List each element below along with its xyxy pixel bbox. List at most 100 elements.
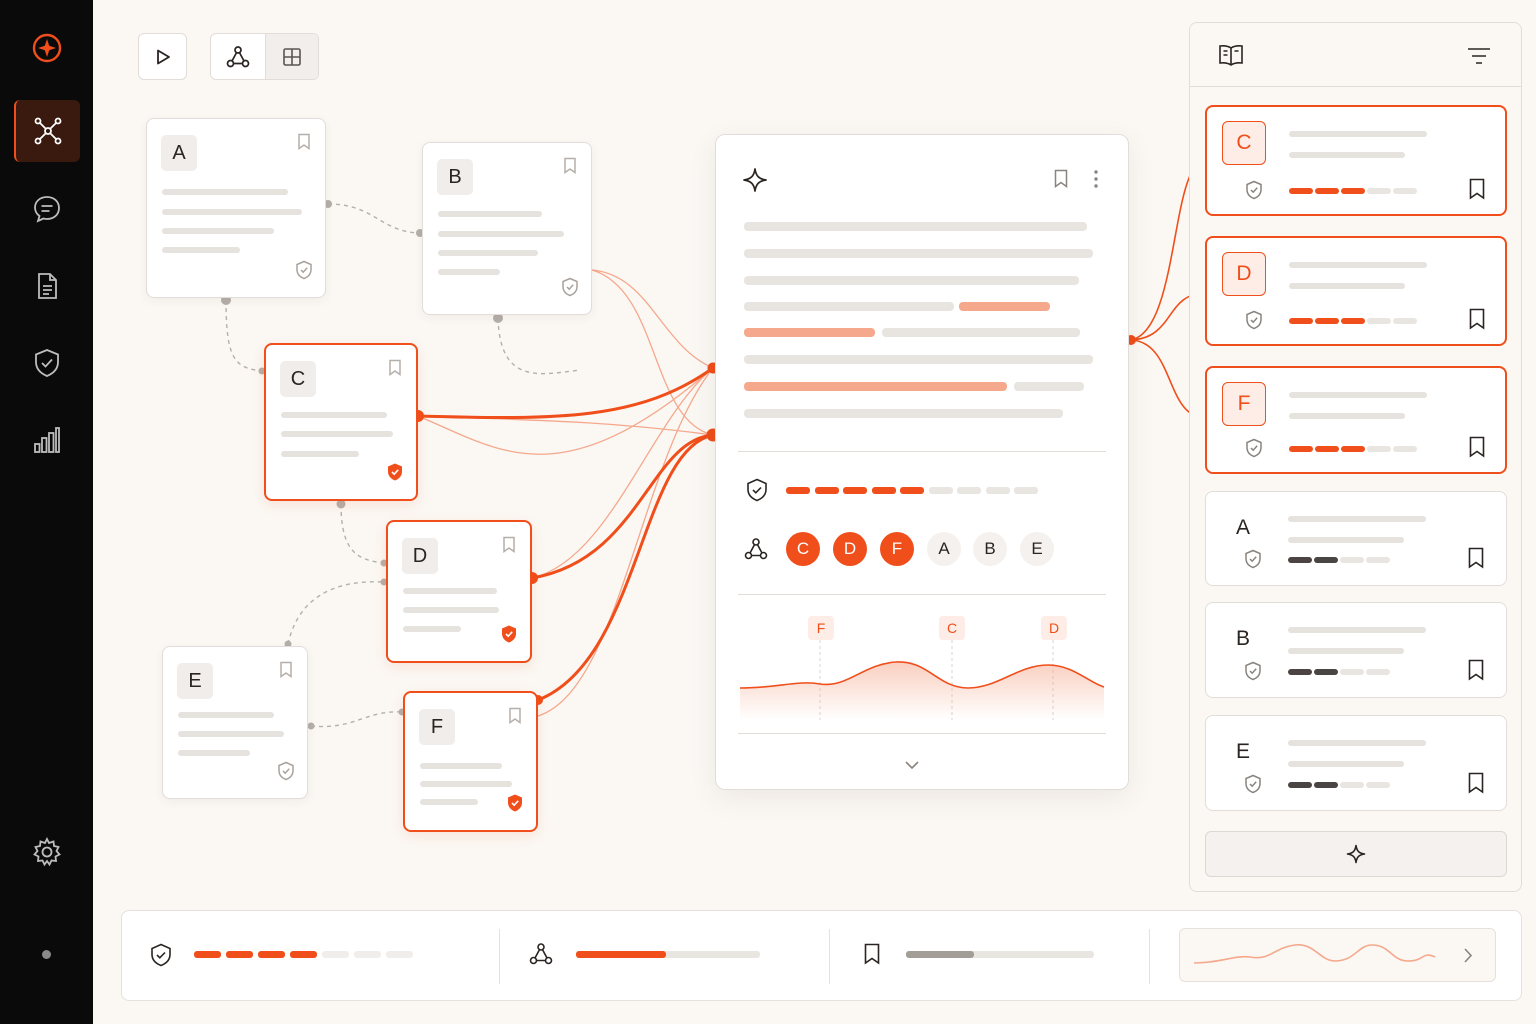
node-label: C <box>280 361 316 397</box>
timeline-marker-f[interactable]: F <box>808 616 834 640</box>
shield-check-icon <box>1244 661 1262 686</box>
node-label: B <box>437 159 473 195</box>
result-label: B <box>1235 627 1250 650</box>
tag-d[interactable]: D <box>833 532 867 566</box>
node-e[interactable]: E <box>162 646 308 799</box>
bookmark-icon[interactable] <box>863 943 881 970</box>
node-label: A <box>161 135 197 171</box>
graph-icon <box>528 941 554 972</box>
document-icon[interactable] <box>14 255 80 317</box>
bookmark-icon[interactable] <box>1468 436 1486 463</box>
bookmark-icon[interactable] <box>508 707 522 729</box>
run-toolbar <box>138 33 187 80</box>
progress-segment <box>1340 782 1364 788</box>
shield-check-icon[interactable] <box>14 332 80 394</box>
progress-segment <box>1393 318 1417 324</box>
edge-a-c <box>225 299 263 372</box>
play-icon[interactable] <box>139 34 186 79</box>
status-dot <box>42 950 51 959</box>
activity-sparkline[interactable] <box>1179 928 1496 982</box>
tag-c[interactable]: C <box>786 532 820 566</box>
status-bar <box>121 910 1522 1001</box>
result-card-a[interactable]: A <box>1205 491 1507 586</box>
bookmark-icon[interactable] <box>1467 659 1485 686</box>
graph-view-icon[interactable] <box>211 34 265 79</box>
score-segment <box>957 487 981 494</box>
result-card-c[interactable]: C <box>1205 105 1507 216</box>
tag-a[interactable]: A <box>927 532 961 566</box>
graph-icon[interactable] <box>14 100 80 162</box>
gear-icon[interactable] <box>14 821 80 883</box>
edge-f-detail-2 <box>537 367 714 717</box>
progress-segment <box>1289 318 1313 324</box>
result-card-d[interactable]: D <box>1205 236 1507 346</box>
node-label: F <box>419 709 455 745</box>
chevron-down-icon[interactable] <box>904 757 920 775</box>
chat-icon[interactable] <box>14 178 80 240</box>
detail-panel: C D F A B E F C D <box>715 134 1129 790</box>
timeline-marker-d[interactable]: D <box>1041 616 1067 640</box>
grid-view-icon[interactable] <box>265 34 318 79</box>
sparkline-chart <box>1193 944 1436 964</box>
logo-icon[interactable] <box>14 17 80 79</box>
bookmark-icon[interactable] <box>1053 169 1069 193</box>
shield-check-icon <box>746 478 768 507</box>
score-segment <box>900 487 924 494</box>
node-d[interactable]: D <box>386 520 532 663</box>
edge-b-d <box>497 317 581 375</box>
bookmark-icon[interactable] <box>297 133 311 155</box>
score-segment <box>786 487 810 494</box>
node-c[interactable]: C <box>264 343 418 501</box>
graph-progress-fill <box>576 951 667 958</box>
progress-segment <box>1341 188 1365 194</box>
trust-segment <box>258 951 285 958</box>
node-a[interactable]: A <box>146 118 326 298</box>
progress-segment <box>1366 782 1390 788</box>
shield-check-icon <box>506 793 524 818</box>
result-label: A <box>1235 516 1250 539</box>
tag-f[interactable]: F <box>880 532 914 566</box>
bookmark-icon[interactable] <box>1467 772 1485 799</box>
bar-chart-icon[interactable] <box>14 409 80 471</box>
progress-segment <box>1393 446 1417 452</box>
bookmark-icon[interactable] <box>563 157 577 179</box>
sidebar <box>0 0 93 1024</box>
progress-segment <box>1289 188 1313 194</box>
bookmark-icon[interactable] <box>1468 178 1486 205</box>
node-f[interactable]: F <box>403 691 538 832</box>
shield-check-icon <box>1244 549 1262 574</box>
bookmark-icon[interactable] <box>1468 308 1486 335</box>
trust-segment <box>322 951 349 958</box>
score-segment <box>985 487 1010 494</box>
result-label: C <box>1222 121 1266 165</box>
more-icon[interactable] <box>1093 169 1099 194</box>
edge-f-detail <box>537 433 714 702</box>
trust-segment <box>194 951 221 958</box>
generate-button[interactable] <box>1205 831 1507 877</box>
progress-segment <box>1314 782 1338 788</box>
node-b[interactable]: B <box>422 142 592 315</box>
bookmark-icon[interactable] <box>388 359 402 381</box>
timeline-marker-c[interactable]: C <box>939 616 965 640</box>
tag-e[interactable]: E <box>1020 532 1054 566</box>
filter-icon[interactable] <box>1467 47 1491 70</box>
edge-d-detail-2 <box>531 367 714 579</box>
bookmark-icon[interactable] <box>279 661 293 683</box>
score-segment <box>843 487 867 494</box>
bookmark-icon[interactable] <box>502 536 516 558</box>
progress-segment <box>1288 669 1312 675</box>
result-card-b[interactable]: B <box>1205 602 1507 698</box>
bookmark-icon[interactable] <box>1467 547 1485 574</box>
result-card-f[interactable]: F <box>1205 366 1507 474</box>
result-card-e[interactable]: E <box>1205 715 1507 811</box>
chevron-right-icon[interactable] <box>1463 947 1473 969</box>
results-panel: C D F A B E <box>1189 22 1522 892</box>
shield-check-icon <box>150 943 172 972</box>
trust-segment <box>290 951 317 958</box>
edge-e-f <box>310 711 403 728</box>
book-icon[interactable] <box>1218 43 1244 72</box>
shield-check-icon <box>295 260 313 285</box>
progress-segment <box>1314 557 1338 563</box>
edge-e-d <box>287 581 385 645</box>
tag-b[interactable]: B <box>973 532 1007 566</box>
